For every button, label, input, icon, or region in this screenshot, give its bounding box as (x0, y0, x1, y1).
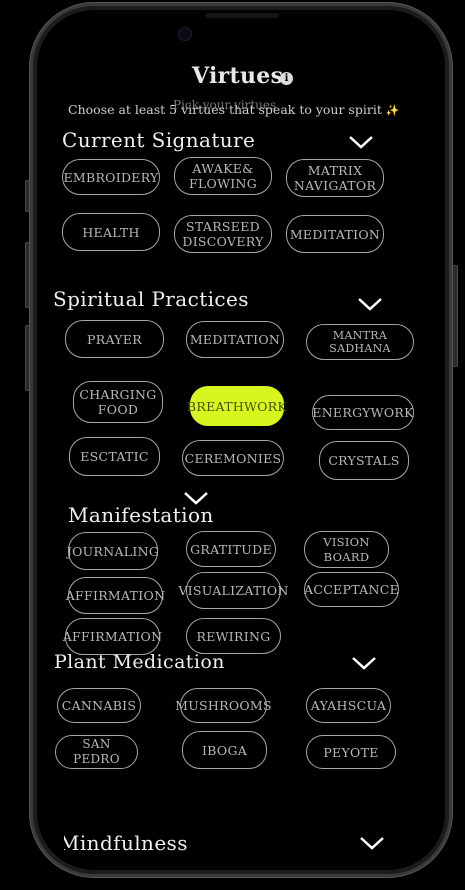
chip-meditation[interactable]: MEDITATION (186, 321, 284, 358)
chip-ceremonies[interactable]: CEREMONIES (182, 440, 284, 476)
chip-esctatic[interactable]: ESCTATIC (69, 437, 160, 476)
chevron-down-icon[interactable] (348, 134, 374, 150)
section-title-mindfulness: Mindfulness (64, 831, 188, 855)
chip-crystals[interactable]: CRYSTALS (319, 441, 409, 480)
mindfulness-clip: Mindfulness (64, 825, 394, 865)
chip-health[interactable]: HEALTH (62, 213, 160, 251)
subtitle-text: Choose at least 5 virtues that speak to … (68, 102, 382, 117)
chip-meditation[interactable]: MEDITATION (286, 215, 384, 253)
page-title: Virtues (192, 63, 284, 89)
chip-charging-food[interactable]: CHARGING FOOD (73, 381, 163, 423)
chip-affirmation[interactable]: AFFIRMATION (63, 618, 162, 655)
chip-acceptance[interactable]: ACCEPTANCE (304, 572, 399, 607)
phone-speaker (205, 13, 279, 18)
chip-san-pedro[interactable]: SAN PEDRO (55, 735, 138, 769)
chip-mantra-sadhana[interactable]: MANTRA SADHANA (306, 324, 414, 360)
section-title-manifestation: Manifestation (68, 503, 214, 527)
front-camera (178, 27, 192, 41)
chip-prayer[interactable]: PRAYER (65, 320, 164, 358)
chevron-down-icon[interactable] (351, 655, 377, 671)
chevron-down-icon[interactable] (359, 835, 385, 851)
chip-ayahscua[interactable]: AYAHSCUA (306, 688, 391, 723)
chip-visualization[interactable]: VISUALIZATION (178, 572, 288, 609)
chip-journaling[interactable]: JOURNALING (67, 532, 159, 570)
chip-matrix-navigator[interactable]: MATRIX NAVIGATOR (286, 159, 384, 197)
chip-breathwork-selected[interactable]: BREATHWORK (187, 386, 287, 426)
section-title-plant-medication: Plant Medication (54, 651, 225, 673)
chevron-down-icon[interactable] (357, 296, 383, 312)
section-title-current-signature: Current Signature (62, 128, 256, 152)
chip-awake-flowing[interactable]: AWAKE& FLOWING (174, 157, 272, 195)
chip-affirmation[interactable]: AFFIRMATION (66, 577, 165, 614)
chip-embroidery[interactable]: EMBROIDERY (62, 159, 160, 195)
chip-starseed-discovery[interactable]: STARSEED DISCOVERY (174, 215, 272, 253)
chip-gratitude[interactable]: GRATITUDE (186, 531, 276, 567)
section-title-spiritual-practices: Spiritual Practices (53, 287, 249, 311)
chip-iboga[interactable]: IBOGA (182, 731, 267, 769)
chip-peyote[interactable]: PEYOTE (306, 735, 396, 769)
info-icon[interactable]: i (280, 72, 293, 85)
chip-cannabis[interactable]: CANNABIS (57, 688, 141, 723)
page-subtitle: Choose at least 5 virtues that speak to … (68, 102, 400, 117)
chip-vision-board[interactable]: VISION BOARD (304, 531, 389, 568)
chip-mushrooms[interactable]: MUSHROOMS (175, 688, 272, 723)
chip-rewiring[interactable]: REWIRING (186, 618, 281, 654)
chip-energywork[interactable]: ENERGYWORK (312, 395, 414, 430)
sparkle-icon: ✨ (385, 104, 400, 117)
